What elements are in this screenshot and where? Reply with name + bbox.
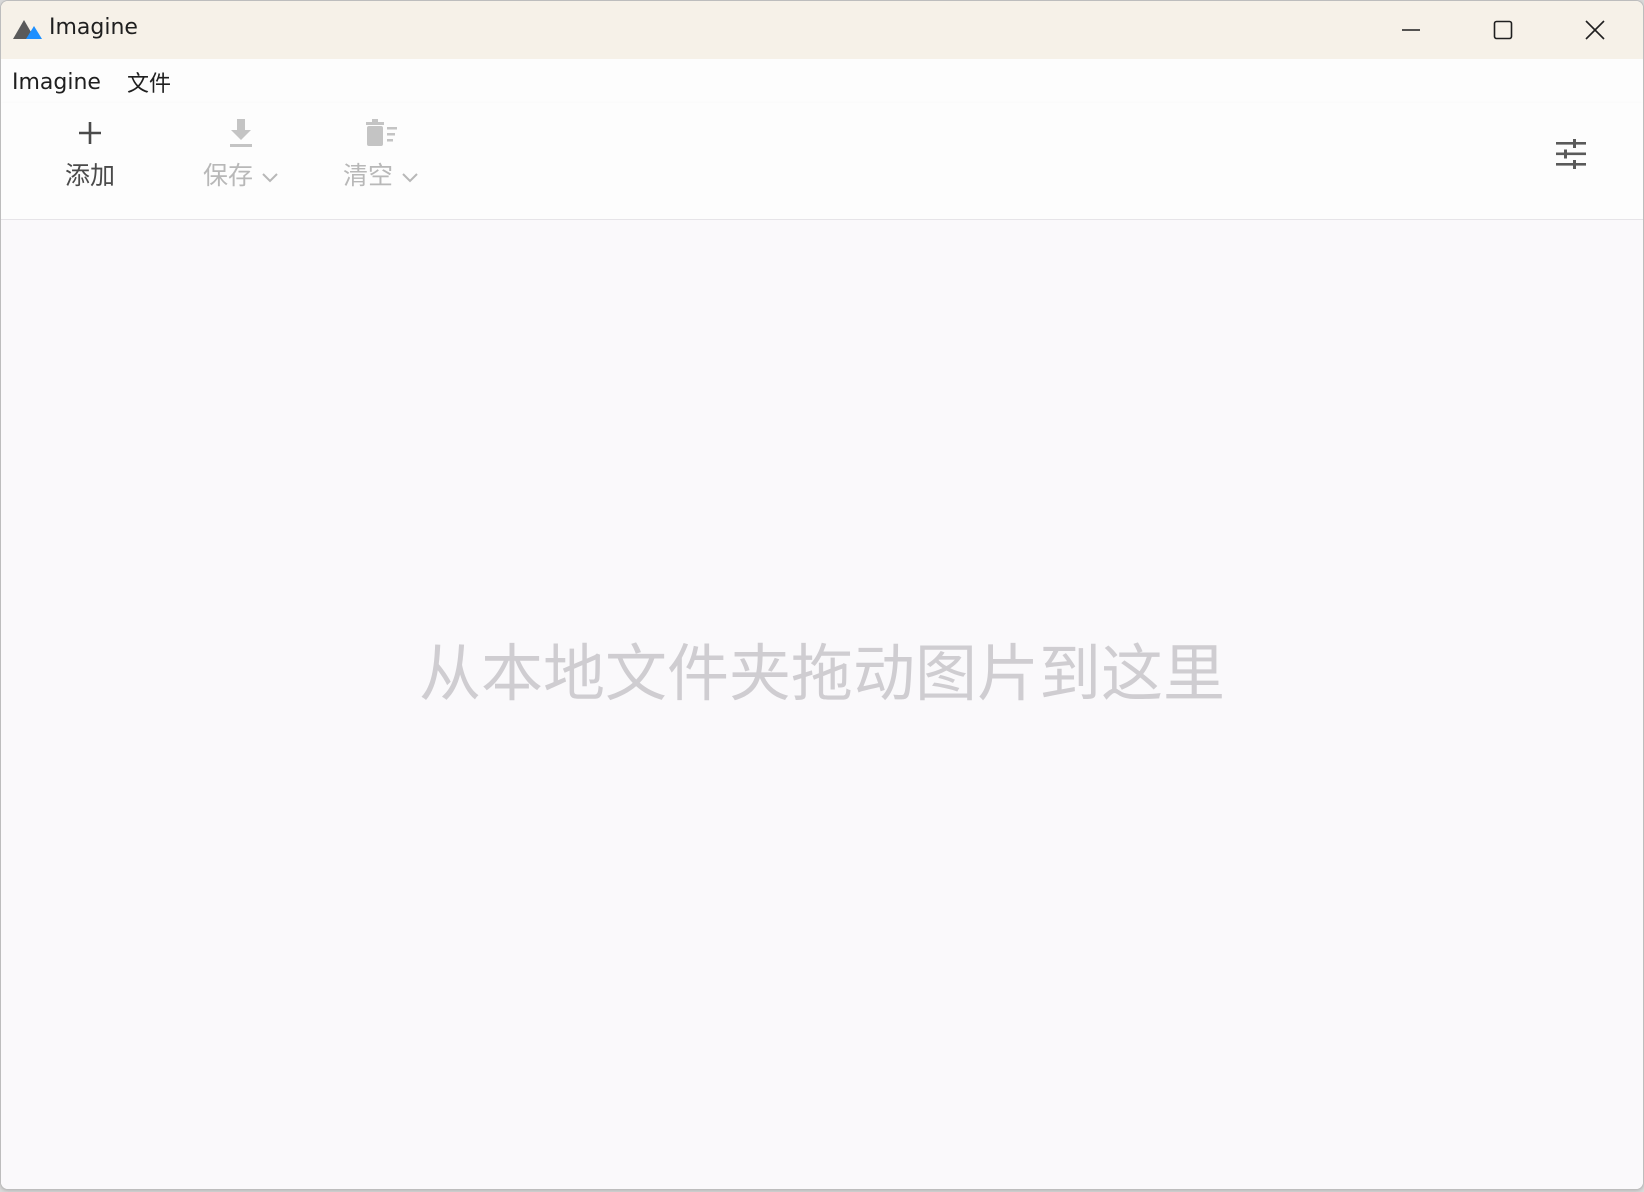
add-button-label: 添加 (64, 161, 115, 190)
clear-button-label: 清空 (342, 161, 393, 190)
close-icon (1585, 20, 1605, 40)
download-icon (221, 115, 261, 151)
clear-button[interactable]: 清空 (333, 115, 429, 209)
save-button[interactable]: 保存 (193, 115, 289, 209)
save-button-label: 保存 (202, 161, 253, 190)
settings-button[interactable] (1551, 136, 1591, 176)
menu-file[interactable]: 文件 (115, 66, 183, 98)
chevron-down-icon[interactable] (401, 168, 419, 187)
menu-imagine[interactable]: Imagine (1, 70, 115, 95)
minimize-button[interactable] (1365, 1, 1457, 59)
sliders-icon (1555, 139, 1587, 173)
trash-icon (361, 115, 401, 151)
plus-icon (70, 115, 110, 151)
drop-area[interactable]: 从本地文件夹拖动图片到这里 (1, 220, 1643, 1189)
maximize-icon (1493, 20, 1513, 40)
title-bar[interactable]: Imagine (1, 1, 1643, 59)
app-logo-icon (13, 18, 45, 40)
close-button[interactable] (1549, 1, 1641, 59)
app-window: Imagine Imagine 文件 添加 保存 清空 从本地文件夹拖动图片到这… (0, 0, 1644, 1190)
chevron-down-icon[interactable] (261, 168, 279, 187)
drop-hint-text: 从本地文件夹拖动图片到这里 (418, 637, 1225, 710)
add-button[interactable]: 添加 (57, 115, 123, 209)
menu-bar: Imagine 文件 (1, 59, 1643, 103)
window-title: Imagine (49, 15, 138, 40)
minimize-icon (1401, 20, 1421, 40)
maximize-button[interactable] (1457, 1, 1549, 59)
toolbar: 添加 保存 清空 (1, 103, 1643, 220)
